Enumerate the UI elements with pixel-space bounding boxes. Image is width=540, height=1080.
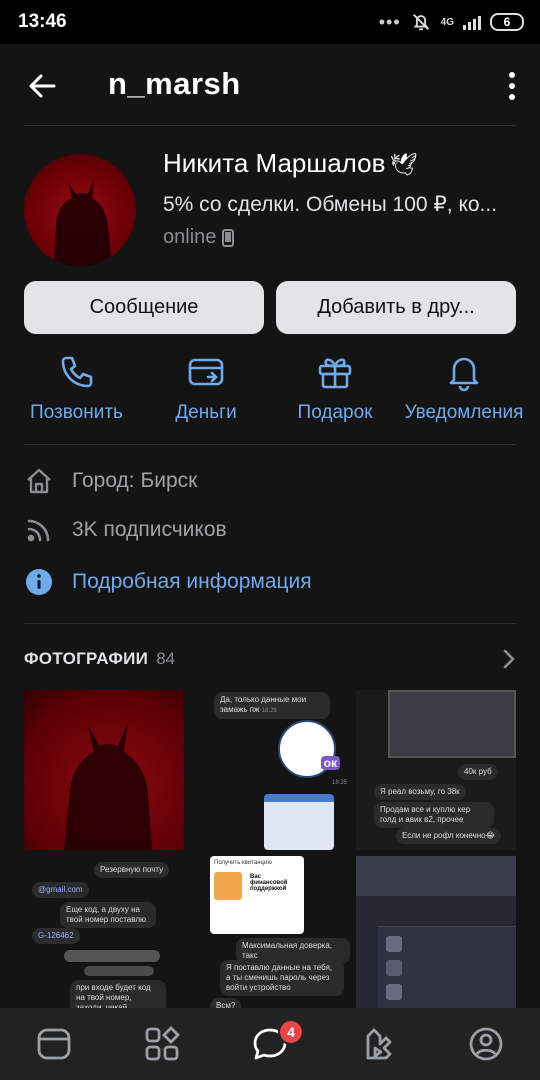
chat-bubble: Если не рофл конечно😂: [396, 828, 501, 844]
photo-thumbnail[interactable]: [24, 690, 184, 850]
chat-bubble: Я поставлю данные на тебя, а ты сменишь …: [220, 960, 344, 996]
status-bar: 13:46 ••• 4G 6: [0, 0, 540, 44]
profile-status: 5% со сделки. Обмены 100 ₽, ко...: [163, 193, 498, 216]
info-icon: [26, 569, 52, 595]
mobile-device-icon: [222, 228, 235, 247]
rss-icon: [27, 519, 50, 542]
avatar-silhouette: [54, 180, 112, 266]
photos-header[interactable]: ФОТОГРАФИИ 84: [24, 646, 516, 672]
avatar[interactable]: [24, 154, 136, 266]
action-row: Позвонить Деньги Подарок Уведомления: [0, 352, 540, 432]
photo-thumbnail[interactable]: 40к руб Я реал возьму, го 38к Продам все…: [356, 690, 516, 850]
screenshot-text: Получить квитанцию: [214, 860, 272, 866]
bottom-tab-bar: [0, 1008, 540, 1080]
online-label: online: [163, 226, 217, 248]
chat-bubble: Всм?: [210, 998, 242, 1008]
phone-icon: [61, 356, 92, 388]
notifications-label: Уведомления: [404, 402, 524, 423]
signal-icon: [463, 14, 481, 30]
chat-text: G-126462: [38, 931, 74, 940]
more-menu-icon[interactable]: [506, 70, 518, 102]
gift-label: Подарок: [297, 402, 373, 423]
chat-bubble: Да, только данные мои замажь пж 18:26: [214, 692, 330, 719]
list-thumb: [386, 936, 402, 952]
chat-time: 18:26: [261, 708, 277, 714]
photos-count: 84: [156, 649, 176, 668]
bell-icon: [449, 357, 479, 392]
embedded-screenshot: [356, 856, 516, 896]
chat-bubble: 40к руб: [458, 764, 498, 780]
gift-icon: [318, 358, 352, 389]
screenshot-illustration: [214, 872, 242, 900]
chat-bubble: Резервную почту: [94, 862, 170, 878]
profile-tab-icon[interactable]: [466, 1024, 506, 1064]
chat-bubble: @gmail.com: [32, 882, 89, 898]
dove-emoji-icon: 🕊: [389, 152, 418, 177]
photo-thumbnail[interactable]: [356, 856, 516, 1008]
message-button[interactable]: Сообщение: [24, 281, 264, 334]
home-icon: [27, 468, 51, 494]
photo-thumbnail[interactable]: Да, только данные мои замажь пж 18:26 ок…: [190, 690, 350, 850]
followers-text: 3K подписчиков: [72, 518, 227, 541]
chat-bubble: Продам все и куплю кер голд и авик в2, п…: [374, 802, 494, 828]
info-divider: [24, 623, 516, 624]
profile-name: Никита Маршалов 🕊: [163, 148, 417, 179]
chat-bubble: Я реал возьму, го 38к: [374, 784, 466, 800]
embedded-screenshot: [388, 690, 516, 758]
call-action[interactable]: Позвонить: [26, 352, 127, 424]
gift-action[interactable]: Подарок: [292, 352, 378, 424]
chat-time: 18:35: [332, 780, 348, 786]
photo-thumbnail[interactable]: Получить квитанцию Вас финансовой поддер…: [190, 856, 350, 1008]
page-title: n_marsh: [108, 66, 241, 101]
online-indicator: online: [163, 226, 235, 249]
list-thumb: [386, 960, 402, 976]
messages-badge: 4: [278, 1019, 304, 1045]
money-action[interactable]: Деньги: [164, 352, 248, 424]
feed-tab-icon[interactable]: [34, 1024, 74, 1064]
censor-scribble: [64, 950, 160, 962]
status-time: 13:46: [18, 11, 67, 32]
photo-silhouette: [64, 722, 152, 850]
followers-row[interactable]: 3K подписчиков: [24, 515, 227, 545]
network-type-label: 4G: [440, 16, 454, 28]
city-row: Город: Бирск: [24, 466, 197, 496]
notifications-action[interactable]: Уведомления: [400, 352, 528, 424]
app-header: n_marsh: [0, 44, 540, 126]
chat-bubble: G-126462: [32, 928, 80, 944]
chat-bubble: при входе будет код на твой номер, заход…: [70, 980, 166, 1008]
photo-thumbnail[interactable]: Резервную почту @gmail.com Еще код, а дв…: [24, 856, 184, 1008]
more-info-row[interactable]: Подробная информация: [24, 567, 312, 597]
embedded-screenshot: Получить квитанцию Вас финансовой поддер…: [210, 856, 304, 934]
clips-tab-icon[interactable]: [358, 1024, 398, 1064]
sticker-text: ок: [320, 756, 340, 770]
chat-text: @gmail.com: [38, 885, 83, 894]
add-friend-button[interactable]: Добавить в дру...: [276, 281, 516, 334]
sticker-cat: ок: [278, 720, 340, 778]
embedded-screenshot: [264, 794, 334, 850]
services-tab-icon[interactable]: [142, 1024, 182, 1064]
censor-scribble: [84, 966, 154, 976]
chat-bubble: Еще код, а двуху на твой номер поставлю: [60, 902, 156, 928]
list-thumb: [386, 984, 402, 1000]
city-text: Город: Бирск: [72, 469, 198, 492]
more-info-text: Подробная информация: [72, 570, 312, 593]
call-label: Позвонить: [30, 402, 123, 423]
photos-title: ФОТОГРАФИИ: [24, 649, 149, 668]
status-icons: ••• 4G 6: [379, 11, 524, 33]
chevron-right-icon: [503, 649, 515, 669]
notification-dots-icon: •••: [378, 11, 401, 32]
actions-divider: [24, 444, 516, 445]
back-arrow-icon[interactable]: [24, 68, 60, 104]
screenshot-text: Вас финансовой поддержкой: [250, 874, 288, 892]
battery-icon: 6: [490, 13, 524, 31]
money-label: Деньги: [175, 402, 237, 423]
profile-name-text: Никита Маршалов: [163, 148, 386, 178]
battery-level: 6: [503, 15, 511, 29]
header-divider: [24, 125, 516, 126]
card-icon: [188, 358, 224, 386]
alarm-off-icon: [412, 14, 429, 31]
